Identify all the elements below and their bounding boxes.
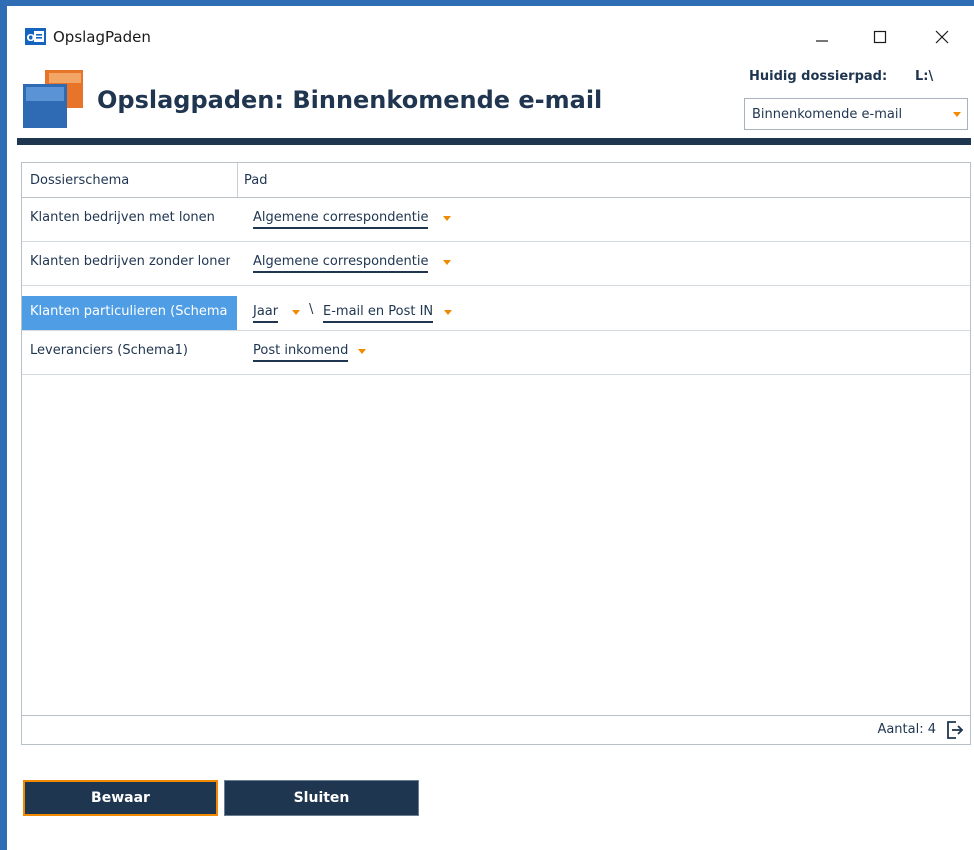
current-path-label: Huidig dossierpad:: [749, 69, 888, 84]
path-segment-dropdown[interactable]: Jaar: [253, 304, 279, 323]
path-segment-value: Post inkomend: [253, 343, 349, 358]
path-segment-dropdown[interactable]: Algemene correspondentie: [253, 254, 429, 273]
path-editor: Jaar \ E-mail en Post IN: [237, 296, 970, 330]
row-schema: Klanten bedrijven zonder lonen: [30, 254, 230, 269]
window-title: OpslagPaden: [53, 28, 151, 46]
path-segment-dropdown[interactable]: Algemene correspondentie: [253, 210, 429, 229]
title-bar[interactable]: O OpslagPaden: [7, 6, 972, 50]
path-separator: \: [309, 302, 314, 317]
maximize-button[interactable]: [858, 22, 902, 52]
column-separator[interactable]: [237, 163, 238, 197]
path-segment-dropdown[interactable]: E-mail en Post IN: [323, 304, 434, 323]
column-header-pad[interactable]: Pad: [244, 173, 267, 188]
paths-grid: Dossierschema Pad Klanten bedrijven met …: [21, 162, 971, 745]
minimize-icon: [816, 40, 828, 42]
current-path-value: L:\: [915, 69, 934, 84]
maximize-icon: [873, 30, 887, 44]
table-row[interactable]: Leveranciers (Schema1) Post inkomend: [22, 331, 970, 375]
path-segment-value: Algemene correspondentie: [253, 210, 429, 225]
minimize-button[interactable]: [800, 22, 844, 52]
grid-header: Dossierschema Pad: [22, 163, 970, 198]
table-row[interactable]: Klanten bedrijven zonder lonen Algemene …: [22, 242, 970, 286]
path-segment-dropdown[interactable]: Post inkomend: [253, 343, 349, 362]
window-frame-left: [0, 0, 7, 850]
export-icon[interactable]: [945, 720, 965, 740]
row-schema: Leveranciers (Schema1): [30, 343, 188, 358]
table-row-selected[interactable]: Klanten particulieren (Schema Jaar \ E-m…: [22, 296, 970, 331]
row-count: Aantal: 4: [877, 722, 936, 737]
chevron-down-icon[interactable]: [358, 349, 366, 354]
mail-type-select-value: Binnenkomende e-mail: [752, 107, 903, 122]
grid-footer: Aantal: 4: [22, 715, 970, 744]
svg-text:O: O: [27, 33, 36, 44]
app-window: O OpslagPaden Opslagpaden: Binnenkomende…: [7, 6, 972, 850]
page-title: Opslagpaden: Binnenkomende e-mail: [97, 86, 603, 114]
chevron-down-icon[interactable]: [444, 310, 452, 315]
chevron-down-icon: [953, 112, 961, 117]
path-segment-value: E-mail en Post IN: [323, 304, 434, 319]
close-dialog-button[interactable]: Sluiten: [224, 780, 419, 816]
path-segment-value: Jaar: [253, 304, 279, 319]
storage-paths-icon: [23, 70, 83, 128]
mail-type-select[interactable]: Binnenkomende e-mail: [744, 98, 968, 130]
close-icon: [935, 30, 949, 44]
column-header-dossierschema[interactable]: Dossierschema: [30, 173, 129, 188]
chevron-down-icon[interactable]: [443, 216, 451, 221]
save-button[interactable]: Bewaar: [23, 780, 218, 816]
outlook-icon: O: [25, 28, 46, 45]
chevron-down-icon[interactable]: [443, 260, 451, 265]
table-row[interactable]: Klanten bedrijven met lonen Algemene cor…: [22, 198, 970, 242]
path-segment-value: Algemene correspondentie: [253, 254, 429, 269]
header-divider: [17, 138, 971, 145]
close-button[interactable]: [920, 22, 964, 52]
chevron-down-icon[interactable]: [292, 310, 300, 315]
row-schema: Klanten bedrijven met lonen: [30, 210, 215, 225]
row-schema: Klanten particulieren (Schema: [30, 304, 228, 319]
